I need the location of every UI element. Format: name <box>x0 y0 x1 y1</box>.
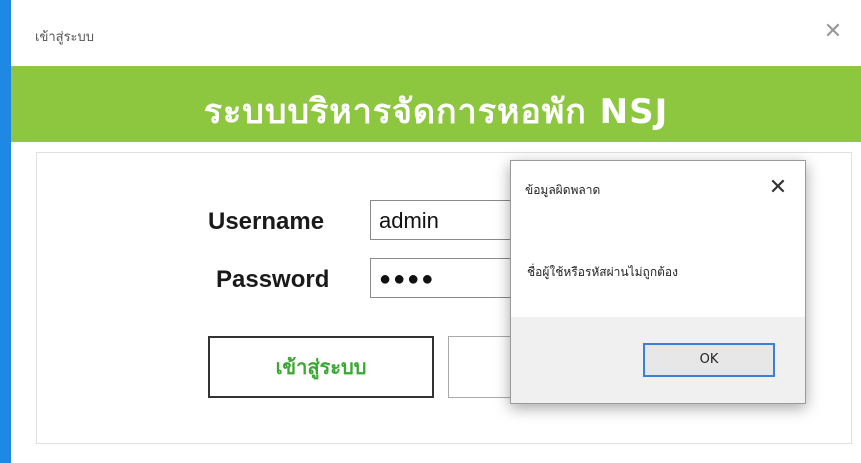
login-window: เข้าสู่ระบบ ✕ ระบบบริหารจัดการหอพัก NSJ … <box>0 0 861 463</box>
window-left-accent <box>0 0 11 463</box>
password-label: Password <box>216 266 330 293</box>
dialog-title: ข้อมูลผิดพลาด <box>525 183 601 197</box>
password-input[interactable]: ●●●● <box>370 258 520 298</box>
username-input[interactable]: admin <box>370 200 520 240</box>
app-banner: ระบบบริหารจัดการหอพัก NSJ <box>11 66 861 142</box>
dialog-message: ชื่อผู้ใช้หรือรหัสผ่านไม่ถูกต้อง <box>527 265 678 279</box>
ok-button[interactable]: OK <box>643 343 775 377</box>
error-dialog: ข้อมูลผิดพลาด ✕ ชื่อผู้ใช้หรือรหัสผ่านไม… <box>510 160 806 404</box>
app-title: ระบบบริหารจัดการหอพัก NSJ <box>203 92 669 132</box>
username-label: Username <box>208 208 325 235</box>
title-bar: เข้าสู่ระบบ ✕ <box>11 0 861 66</box>
dialog-close-icon[interactable]: ✕ <box>765 175 791 201</box>
dialog-footer: OK <box>511 317 805 403</box>
window-close-icon[interactable]: ✕ <box>819 18 847 46</box>
window-title: เข้าสู่ระบบ <box>35 30 95 45</box>
login-button[interactable]: เข้าสู่ระบบ <box>208 336 434 398</box>
